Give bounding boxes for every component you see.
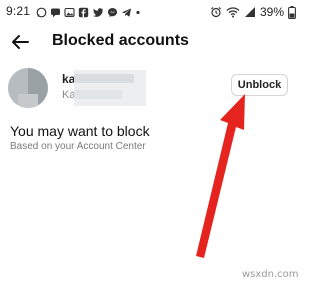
wifi-icon (226, 6, 240, 18)
blocked-account-row: ka Ka Unblock (0, 64, 300, 112)
signal-icon (244, 6, 256, 18)
telegram-icon (121, 7, 132, 18)
suggestions-title: You may want to block (10, 123, 150, 139)
notification-icons (36, 5, 141, 19)
page-title: Blocked accounts (52, 32, 189, 49)
alarm-icon (210, 6, 222, 18)
image-icon (64, 7, 75, 18)
battery-percentage: 39% (259, 5, 284, 19)
redacted-account-info (74, 70, 146, 106)
status-bar: 9:21 39% (0, 0, 300, 24)
twitter-icon (92, 7, 104, 18)
suggestions-subtitle: Based on your Account Center (10, 141, 146, 152)
app-header: Blocked accounts (0, 26, 300, 60)
system-icons: 39% (210, 4, 296, 20)
back-button[interactable] (8, 31, 32, 53)
whatsapp-icon (36, 7, 47, 18)
chat-icon (50, 7, 61, 18)
messenger-icon (107, 7, 118, 18)
more-dot-icon (135, 7, 141, 18)
status-time: 9:21 (6, 4, 31, 18)
unblock-button[interactable]: Unblock (231, 74, 288, 96)
battery-icon (288, 5, 296, 19)
back-arrow-icon (12, 35, 29, 49)
facebook-icon (78, 7, 89, 18)
watermark: wsxdn.com (242, 269, 299, 280)
avatar[interactable] (8, 68, 48, 108)
